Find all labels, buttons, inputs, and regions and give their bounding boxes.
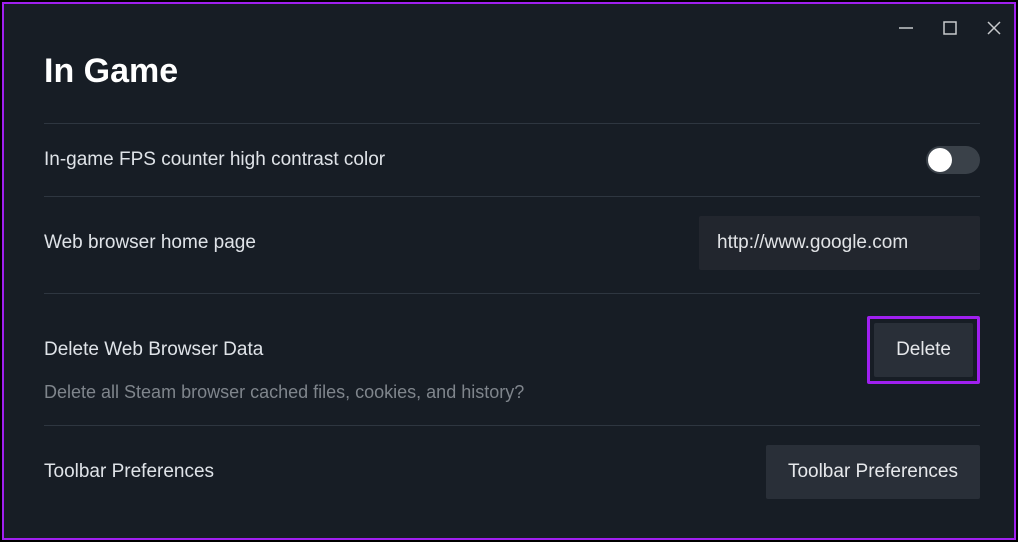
titlebar bbox=[4, 4, 1014, 52]
fps-contrast-toggle[interactable] bbox=[926, 146, 980, 174]
delete-data-description: Delete all Steam browser cached files, c… bbox=[44, 382, 980, 403]
minimize-icon[interactable] bbox=[896, 18, 916, 38]
close-icon[interactable] bbox=[984, 18, 1004, 38]
fps-contrast-label: In-game FPS counter high contrast color bbox=[44, 149, 385, 171]
setting-toolbar-prefs: Toolbar Preferences Toolbar Preferences bbox=[44, 426, 980, 518]
setting-delete-browser-data: Delete Web Browser Data Delete bbox=[44, 294, 980, 388]
maximize-icon[interactable] bbox=[940, 18, 960, 38]
delete-button[interactable]: Delete bbox=[874, 323, 973, 377]
browser-home-input[interactable] bbox=[699, 216, 980, 270]
toolbar-prefs-button[interactable]: Toolbar Preferences bbox=[766, 445, 980, 499]
delete-data-label: Delete Web Browser Data bbox=[44, 339, 263, 361]
page-title: In Game bbox=[44, 52, 980, 91]
setting-fps-contrast: In-game FPS counter high contrast color bbox=[44, 124, 980, 196]
browser-home-label: Web browser home page bbox=[44, 232, 256, 254]
setting-browser-home: Web browser home page bbox=[44, 197, 980, 293]
toolbar-prefs-label: Toolbar Preferences bbox=[44, 461, 214, 483]
delete-button-highlight: Delete bbox=[867, 316, 980, 384]
toggle-knob bbox=[928, 148, 952, 172]
